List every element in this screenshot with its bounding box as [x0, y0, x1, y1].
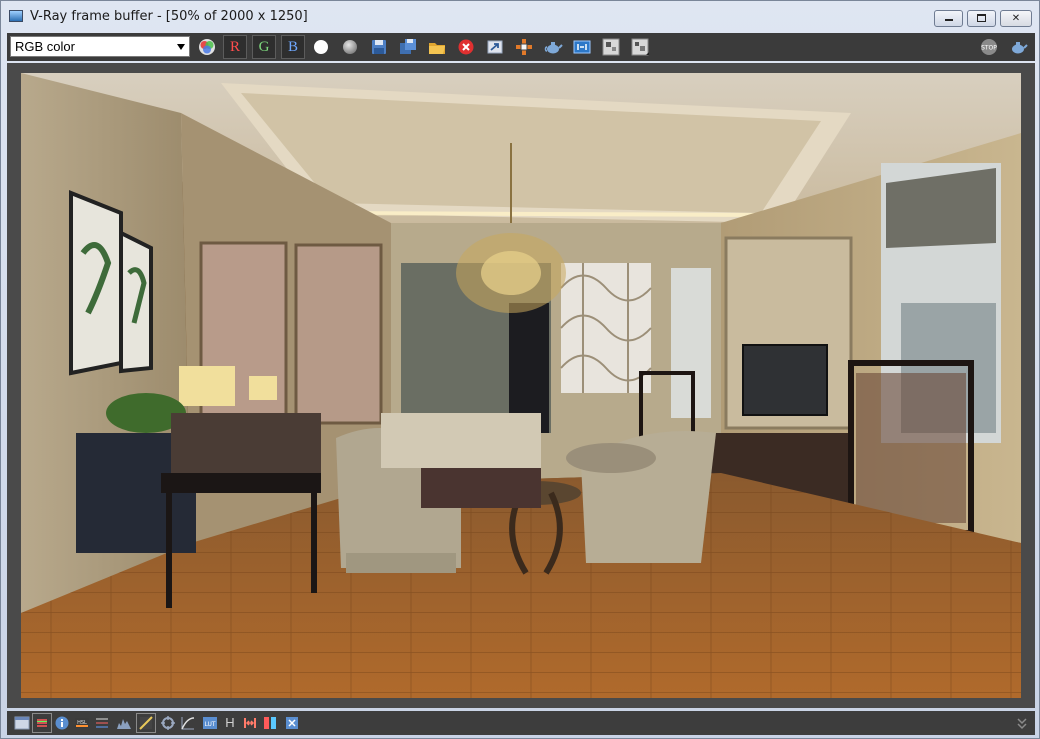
color-picker-icon[interactable]: [196, 36, 218, 58]
minimize-icon: [945, 19, 953, 21]
horizontal-flip-icon[interactable]: [241, 714, 259, 732]
exposure-icon[interactable]: [136, 713, 156, 733]
close-icon: ✕: [1011, 13, 1021, 24]
svg-text:LUT: LUT: [204, 721, 215, 728]
compare-icon[interactable]: [261, 714, 279, 732]
region-render-icon[interactable]: [571, 36, 593, 58]
lut-icon[interactable]: LUT: [201, 714, 219, 732]
track-mouse-icon[interactable]: [513, 36, 535, 58]
blue-channel-button[interactable]: B: [281, 35, 305, 59]
levels-icon[interactable]: [93, 714, 111, 732]
h-button[interactable]: H: [221, 714, 239, 732]
white-balance-icon[interactable]: [159, 714, 177, 732]
render-teapot-icon[interactable]: [542, 36, 564, 58]
svg-text:STOP: STOP: [981, 45, 997, 52]
maximize-button[interactable]: [967, 10, 996, 27]
rendered-image: [21, 73, 1021, 698]
duplicate-to-history-icon[interactable]: [484, 36, 506, 58]
open-folder-icon[interactable]: [426, 36, 448, 58]
curves-icon[interactable]: [179, 714, 197, 732]
render-last-icon[interactable]: [1007, 36, 1029, 58]
stop-render-icon[interactable]: STOP: [978, 36, 1000, 58]
info-icon[interactable]: [53, 714, 71, 732]
window-title: V-Ray frame buffer - [50% of 2000 x 1250…: [30, 9, 308, 24]
clear-image-icon[interactable]: [455, 36, 477, 58]
color-corrections-icon[interactable]: [32, 713, 52, 733]
chevron-down-icon: [177, 44, 185, 50]
link-to-render-icon[interactable]: [600, 36, 622, 58]
maximize-icon: [977, 14, 986, 22]
vfb-toolbar: RGB color R G B STOP: [7, 33, 1035, 61]
vfb-window: V-Ray frame buffer - [50% of 2000 x 1250…: [0, 0, 1040, 739]
title-bar[interactable]: V-Ray frame buffer - [50% of 2000 x 1250…: [1, 1, 1039, 31]
green-channel-button[interactable]: G: [252, 35, 276, 59]
minimize-button[interactable]: [934, 10, 963, 27]
save-all-icon[interactable]: [397, 36, 419, 58]
vray-app-icon: [9, 10, 23, 22]
toggle-panel-icon[interactable]: [13, 714, 31, 732]
close-button[interactable]: ✕: [1000, 10, 1032, 27]
status-bar: HSL LUT H: [7, 711, 1035, 735]
expand-panel-icon[interactable]: [1013, 714, 1031, 732]
histogram-icon[interactable]: [115, 714, 133, 732]
red-channel-button[interactable]: R: [223, 35, 247, 59]
mono-mode-icon[interactable]: [339, 36, 361, 58]
show-pixel-info-icon[interactable]: [629, 36, 651, 58]
channel-select-value: RGB color: [15, 39, 75, 54]
render-viewport[interactable]: [7, 63, 1035, 708]
white-alpha-icon[interactable]: [310, 36, 332, 58]
save-image-icon[interactable]: [368, 36, 390, 58]
channel-select[interactable]: RGB color: [10, 36, 190, 57]
hsv-exposure-icon[interactable]: HSL: [73, 714, 91, 732]
pin-icon[interactable]: [283, 714, 301, 732]
